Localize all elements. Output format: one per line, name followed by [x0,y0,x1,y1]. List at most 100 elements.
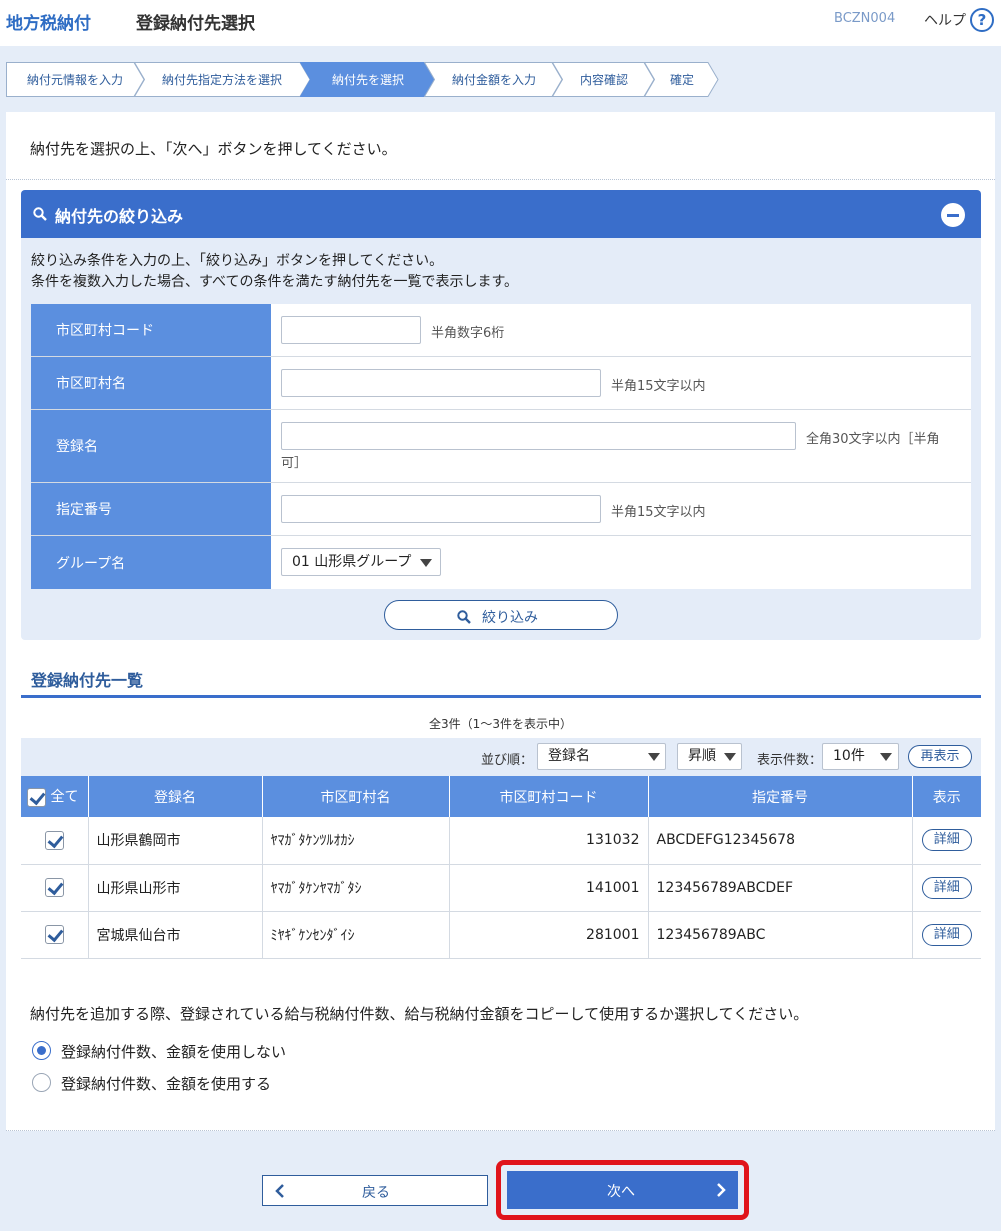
chevron-down-icon [648,753,660,761]
cell-kana: ﾔﾏｶﾞﾀｹﾝﾂﾙｵｶｼ [262,817,450,865]
filter-title: 納付先の絞り込み [55,207,184,226]
step-label: 納付先指定方法を選択 [161,73,282,87]
sort-select-value: 登録名 [548,748,590,764]
step-label: 納付先を選択 [331,73,404,87]
label-cell: 市区町村コード [31,304,271,356]
cell-name: 山形県鶴岡市 [88,817,263,865]
row-select-cell [21,911,89,959]
col-all-label: 全て [50,789,79,806]
field-hint: 半角15文字以内 [611,505,706,520]
back-button[interactable]: 戻る [262,1175,488,1206]
filter-button[interactable]: 絞り込み [384,600,618,630]
col-select-all[interactable]: 全て [21,776,89,817]
field-hint: 全角30文字以内［半角 [806,432,940,447]
detail-button[interactable]: 詳細 [921,876,972,899]
field-label: グループ名 [56,555,126,572]
field-label: 市区町村コード [56,323,154,339]
cell-designation: ABCDEFG12345678 [648,817,913,865]
chevron-down-icon [880,753,892,761]
label-cell: 指定番号 [31,483,271,535]
row-registered-name: 登録名 全角30文字以内［半角 可］ [31,410,971,483]
row-designation-no: 指定番号 半角15文字以内 [31,483,971,536]
divider [6,179,995,180]
col-municipality: 市区町村名 [262,776,450,817]
step-3-current: 納付先を選択 [300,62,436,97]
radio-button[interactable] [32,1041,51,1060]
filter-description: 絞り込み条件を入力の上、「絞り込み」ボタンを押してください。 条件を複数入力した… [31,251,518,293]
detail-button[interactable]: 詳細 [921,829,972,852]
detail-cell: 詳細 [912,817,981,865]
chevron-right-icon [717,1183,726,1197]
radio-label: 登録納付件数、金額を使用しない [61,1043,287,1061]
divider [6,1130,995,1131]
label-cell: 市区町村名 [31,357,271,409]
cell-name: 宮城県仙台市 [88,911,263,959]
field-label: 指定番号 [56,502,112,518]
row-checkbox[interactable] [44,925,64,944]
order-select[interactable]: 昇順 [677,743,742,770]
intro-text: 納付先を選択の上、「次へ」ボタンを押してください。 [30,140,397,158]
col-name: 登録名 [88,776,263,817]
field-label: 市区町村名 [56,376,126,392]
step-5: 内容確認 [552,62,656,97]
per-page-select[interactable]: 10件 [822,743,899,770]
next-button-highlight: 次へ [496,1160,749,1220]
municipality-code-input[interactable] [281,316,421,344]
table-header-row: 全て 登録名 市区町村名 市区町村コード 指定番号 表示 [21,776,981,817]
app-header: 地方税納付 登録納付先選択 BCZN004 ヘルプ ? [0,0,1001,46]
sort-select[interactable]: 登録名 [537,743,666,770]
detail-button[interactable]: 詳細 [921,923,972,946]
list-title-rule [21,695,981,698]
cell-code: 141001 [449,864,649,912]
collapse-icon[interactable] [941,203,965,227]
back-button-label: 戻る [362,1185,390,1201]
copy-question: 納付先を追加する際、登録されている給与税納付件数、給与税納付金額をコピーして使用… [30,1005,809,1023]
cell-kana: ﾔﾏｶﾞﾀｹﾝﾔﾏｶﾞﾀｼ [262,864,450,912]
row-group-name: グループ名 01 山形県グループ [31,536,971,589]
refresh-button[interactable]: 再表示 [908,745,972,768]
field-hint-cont: 可］ [281,456,308,471]
result-count: 全3件（1～3件を表示中） [429,717,572,731]
chevron-down-icon [420,559,432,567]
radio-button[interactable] [32,1073,51,1092]
label-cell: 登録名 [31,410,271,482]
help-icon[interactable]: ? [970,8,994,32]
sort-bar: 並び順： 登録名 昇順 表示件数： 10件 再表示 [21,738,981,776]
municipality-name-input[interactable] [281,369,601,397]
row-select-cell [21,864,89,912]
designation-no-input[interactable] [281,495,601,523]
per-page-label: 表示件数： [757,753,823,768]
list-title: 登録納付先一覧 [31,671,144,690]
detail-cell: 詳細 [912,911,981,959]
per-page-select-value: 10件 [833,748,865,764]
select-all-checkbox[interactable] [27,787,46,807]
step-label: 内容確認 [579,73,628,87]
filter-section: 納付先の絞り込み 絞り込み条件を入力の上、「絞り込み」ボタンを押してください。 … [21,190,981,640]
group-select[interactable]: 01 山形県グループ [281,548,441,576]
cell-code: 131032 [449,817,649,865]
step-label: 確定 [669,73,694,87]
field-hint: 半角数字6桁 [431,326,505,341]
row-municipality-name: 市区町村名 半角15文字以内 [31,357,971,410]
col-code: 市区町村コード [449,776,649,817]
filter-header[interactable]: 納付先の絞り込み [21,190,981,238]
filter-desc-line1: 絞り込み条件を入力の上、「絞り込み」ボタンを押してください。 [31,253,444,269]
help-link[interactable]: ヘルプ [924,10,966,30]
row-checkbox[interactable] [44,878,64,897]
registered-name-input[interactable] [281,422,796,450]
chevron-down-icon [724,753,736,761]
step-label: 納付金額を入力 [451,73,536,87]
label-cell: グループ名 [31,536,271,589]
step-1: 納付元情報を入力 [6,62,145,97]
table-row: 山形県山形市 ﾔﾏｶﾞﾀｹﾝﾔﾏｶﾞﾀｼ 141001 123456789ABC… [21,864,981,912]
radio-label: 登録納付件数、金額を使用する [61,1075,272,1093]
cell-kana: ﾐﾔｷﾞｹﾝｾﾝﾀﾞｲｼ [262,911,450,959]
table-row: 山形県鶴岡市 ﾔﾏｶﾞﾀｹﾝﾂﾙｵｶｼ 131032 ABCDEFG123456… [21,817,981,865]
field-label: 登録名 [56,439,98,455]
chevron-left-icon [275,1184,284,1198]
row-checkbox[interactable] [44,830,64,850]
search-icon [33,207,47,221]
step-label: 納付元情報を入力 [26,73,123,87]
next-button[interactable]: 次へ [507,1171,738,1209]
cell-name: 山形県山形市 [88,864,263,912]
